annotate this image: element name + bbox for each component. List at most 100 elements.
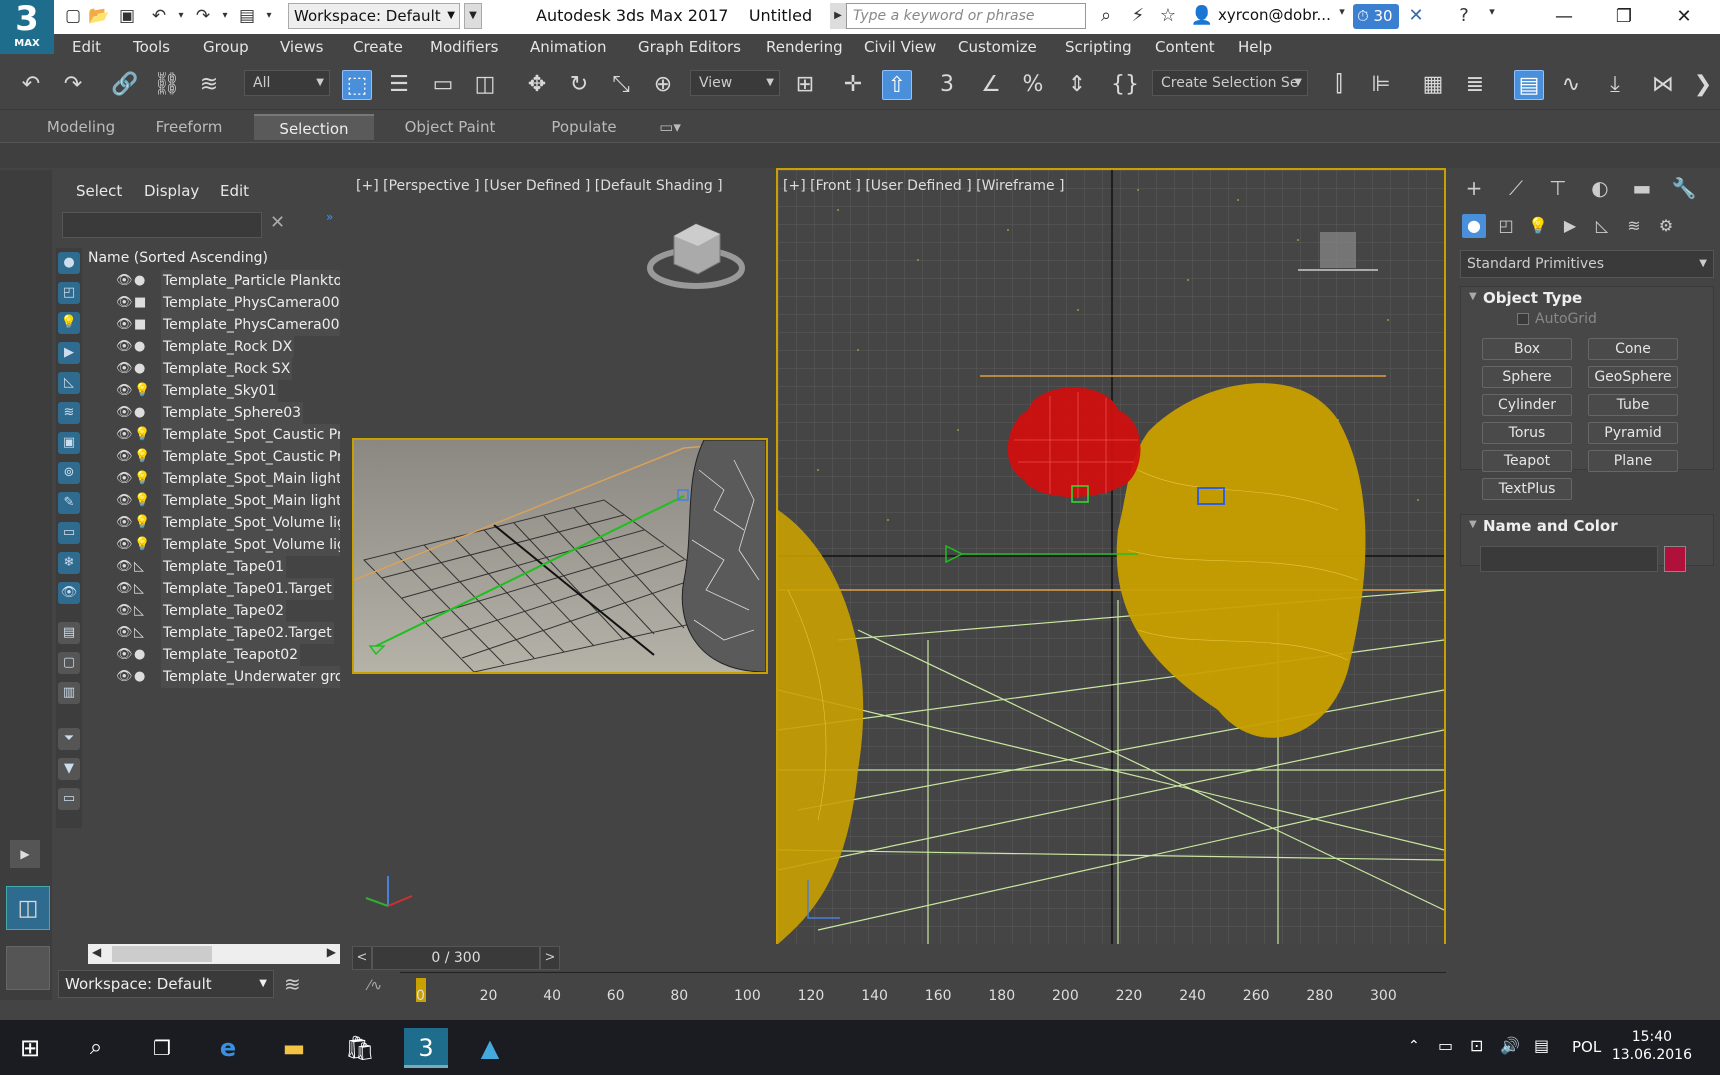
close-button[interactable]: ✕ [1664, 2, 1704, 32]
visibility-eye-icon[interactable]: 👁 [116, 512, 133, 534]
visibility-eye-icon[interactable]: 👁 [116, 314, 133, 336]
network-icon[interactable]: ⊡ [1470, 1036, 1483, 1055]
containers-filter-icon[interactable]: ▭ [58, 522, 80, 544]
scroll-left-icon[interactable]: ◀ [92, 945, 101, 959]
project-folder-icon[interactable]: ▤ [236, 5, 258, 27]
list-item[interactable]: 👁 💡 Template_Spot_Caustic Pro [88, 424, 340, 446]
task-view-icon[interactable]: ❐ [142, 1028, 182, 1068]
xrefs-filter-icon[interactable]: ⊚ [58, 462, 80, 484]
scrollbar-thumb[interactable] [112, 946, 212, 962]
tab-select[interactable]: Select [76, 182, 122, 200]
list-item[interactable]: 👁 ● Template_Rock SX [88, 358, 340, 380]
menu-group[interactable]: Group [203, 38, 249, 56]
spacewarps-icon[interactable]: ≋ [1622, 214, 1646, 238]
utilities-panel-icon[interactable]: 🔧 [1670, 174, 1698, 202]
cameras-filter-icon[interactable]: ▶ [58, 342, 80, 364]
visibility-eye-icon[interactable]: 👁 [116, 402, 133, 424]
open-file-icon[interactable]: 📂 [88, 5, 110, 27]
visibility-eye-icon[interactable]: 👁 [116, 380, 133, 402]
ribbon-options-icon[interactable]: ▭▾ [650, 114, 690, 140]
visibility-eye-icon[interactable]: 👁 [116, 358, 133, 380]
new-file-icon[interactable]: ▢ [62, 5, 84, 27]
shapes-filter-icon[interactable]: ◰ [58, 282, 80, 304]
lights-filter-icon[interactable]: 💡 [58, 312, 80, 334]
tab-modeling[interactable]: Modeling [36, 114, 126, 140]
tab-freeform[interactable]: Freeform [144, 114, 234, 140]
list-item[interactable]: 👁 ● Template_Rock DX [88, 336, 340, 358]
list-item[interactable]: 👁 ◺ Template_Tape02 [88, 600, 340, 622]
list-item[interactable]: 👁💡 Template_Spot_Volume light [88, 512, 340, 534]
user-dropdown-icon[interactable]: ▾ [1330, 5, 1354, 18]
visibility-eye-icon[interactable]: 👁 [116, 556, 133, 578]
search-expand-icon[interactable]: ▶ [830, 3, 846, 29]
menu-tools[interactable]: Tools [133, 38, 170, 56]
scene-list-scrollbar[interactable]: ◀ ▶ [88, 944, 340, 964]
redo-dropdown-icon[interactable]: ▾ [214, 5, 236, 27]
cone-button[interactable]: Cone [1588, 338, 1678, 360]
battery-icon[interactable]: ▭ [1438, 1036, 1453, 1055]
list-item[interactable]: 👁 ● Template_Underwater grou [88, 666, 340, 688]
list-item[interactable]: 👁 ■ Template_PhysCamera001 [88, 292, 340, 314]
hierarchy-panel-icon[interactable]: ⊤ [1544, 174, 1572, 202]
visibility-eye-icon[interactable]: 👁 [116, 336, 133, 358]
windows-start-icon[interactable]: ⊞ [10, 1028, 50, 1068]
visibility-eye-icon[interactable]: 👁 [116, 534, 133, 556]
viewport-layout-icon[interactable]: ◫ [6, 886, 50, 930]
frozen-filter-icon[interactable]: ❄ [58, 552, 80, 574]
system-clock[interactable]: 15:40 13.06.2016 [1612, 1028, 1692, 1064]
select-by-name-icon[interactable]: ☰ [384, 70, 414, 100]
previous-frame-icon[interactable]: < [352, 946, 372, 970]
search-input[interactable]: Type a keyword or phrase [846, 3, 1086, 29]
list-item[interactable]: 👁 ■ Template_PhysCamera001. [88, 314, 340, 336]
show-hidden-icons-icon[interactable]: ⌃ [1408, 1038, 1420, 1054]
visibility-eye-icon[interactable]: 👁 [116, 666, 133, 688]
material-editor-icon[interactable]: ⋈ [1648, 70, 1678, 100]
menu-scripting[interactable]: Scripting [1065, 38, 1132, 56]
autogrid-checkbox[interactable] [1517, 313, 1529, 325]
expand-toolbar-icon[interactable]: » [326, 210, 333, 224]
teapot-button[interactable]: Teapot [1482, 450, 1572, 472]
front-viewport-label[interactable]: [+] [Front ] [User Defined ] [Wireframe … [783, 178, 1064, 194]
app-logo[interactable]: 3 MAX [0, 0, 54, 54]
tab-object-paint[interactable]: Object Paint [392, 114, 508, 140]
systems-icon[interactable]: ⚙ [1654, 214, 1678, 238]
scene-explorer-toggle-icon[interactable]: ▦ [1418, 70, 1448, 100]
box-button[interactable]: Box [1482, 338, 1572, 360]
restore-button[interactable]: ❐ [1604, 2, 1644, 32]
workspace-footer-dropdown[interactable]: Workspace: Default ▼ [58, 970, 274, 998]
list-item[interactable]: 👁 💡 Template_Sky01 [88, 380, 340, 402]
shapes-icon[interactable]: ◰ [1494, 214, 1518, 238]
3dsmax-taskbar-icon[interactable]: 3 [404, 1028, 448, 1068]
visibility-eye-icon[interactable]: 👁 [116, 622, 133, 644]
user-account[interactable]: xyrcon@dobr... [1218, 6, 1331, 24]
list-item[interactable]: 👁 ● Template_Sphere03 [88, 402, 340, 424]
visibility-eye-icon[interactable]: 👁 [116, 424, 133, 446]
select-manipulate-icon[interactable]: ✛ [838, 70, 868, 100]
cameras-icon[interactable]: ▶ [1558, 214, 1582, 238]
edge-browser-icon[interactable]: e [208, 1028, 248, 1068]
collapse-arrow-icon[interactable]: ▼ [1469, 519, 1477, 530]
textplus-button[interactable]: TextPlus [1482, 478, 1572, 500]
geometry-filter-icon[interactable]: ● [58, 252, 80, 274]
visibility-eye-icon[interactable]: 👁 [116, 270, 133, 292]
layers-icon[interactable]: ≋ [284, 972, 301, 996]
save-icon[interactable]: ▣ [116, 5, 138, 27]
bind-space-warp-icon[interactable]: ≋ [194, 70, 224, 100]
subscription-icon[interactable]: ⚡ [1126, 5, 1150, 26]
mirror-icon[interactable]: ⫿ [1324, 70, 1354, 100]
store-icon[interactable]: 🛍 [340, 1028, 380, 1068]
keyboard-shortcut-override-icon[interactable]: ⇧ [882, 70, 912, 100]
undo-icon[interactable]: ↶ [16, 70, 46, 100]
notifications-badge[interactable]: ⏱ 30 [1353, 4, 1399, 29]
filter-icon[interactable]: ⏷ [58, 728, 80, 750]
name-and-color-title[interactable]: Name and Color [1483, 517, 1618, 535]
menu-animation[interactable]: Animation [530, 38, 606, 56]
select-object-icon[interactable]: ⬚ [342, 70, 372, 100]
list-item[interactable]: 👁 ◺ Template_Tape02.Target [88, 622, 340, 644]
menu-content[interactable]: Content [1155, 38, 1215, 56]
menu-graph-editors[interactable]: Graph Editors [638, 38, 741, 56]
next-frame-icon[interactable]: > [540, 946, 560, 970]
align-icon[interactable]: ⊫ [1366, 70, 1396, 100]
scene-filter-input[interactable] [62, 212, 262, 238]
cylinder-button[interactable]: Cylinder [1482, 394, 1572, 416]
